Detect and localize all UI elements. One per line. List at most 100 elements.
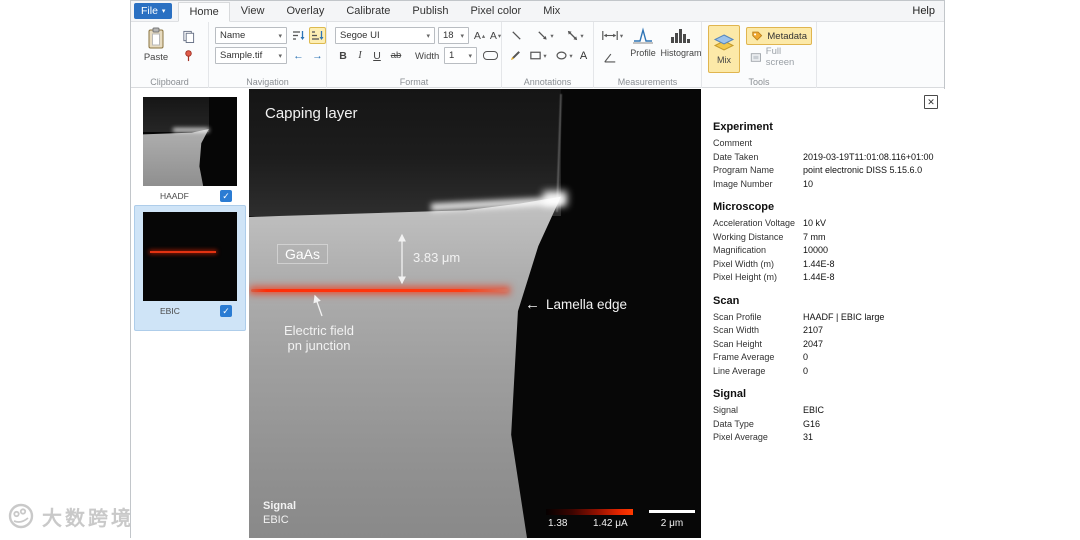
metadata-row: Acceleration Voltage 10 kV: [713, 217, 940, 231]
font-size-value: 18: [443, 30, 454, 41]
metadata-row: Line Average 0: [713, 365, 940, 379]
watermark-text: 大数跨境: [42, 507, 134, 530]
efield-annotation-line1: Electric field: [283, 323, 355, 338]
rounded-rect-style-button[interactable]: [480, 47, 501, 64]
sem-image-viewport[interactable]: Capping layer GaAs 3.83 μm Electric fiel…: [249, 89, 701, 538]
line-tool-button[interactable]: [506, 27, 526, 44]
ebic-thumbnail-image[interactable]: [143, 212, 237, 301]
strikethrough-button[interactable]: ab: [386, 47, 406, 64]
tab-pixel-color[interactable]: Pixel color: [459, 1, 532, 21]
ebic-visibility-checkbox[interactable]: ✓: [220, 305, 232, 317]
pin-icon: [184, 49, 192, 61]
haadf-thumb-capping-region: [143, 97, 209, 132]
shrink-font-icon: A: [489, 29, 497, 42]
full-screen-button[interactable]: Full screen: [746, 46, 812, 68]
previous-image-button[interactable]: ←: [290, 47, 307, 64]
caret-down-icon: ▾: [543, 52, 547, 60]
text-tool-button[interactable]: A: [576, 47, 591, 64]
tab-view[interactable]: View: [230, 1, 276, 21]
metadata-button[interactable]: Metadata: [746, 27, 812, 45]
copy-button[interactable]: [179, 28, 197, 44]
thumbnail-item-ebic[interactable]: EBIC ✓: [134, 205, 246, 331]
caret-down-icon: ▾: [278, 32, 282, 40]
font-family-value: Segoe UI: [340, 30, 380, 41]
tab-calibrate[interactable]: Calibrate: [335, 1, 401, 21]
double-arrow-tool-button[interactable]: ▾: [562, 27, 588, 44]
help-link[interactable]: Help: [912, 5, 935, 17]
measurement-annotation[interactable]: 3.83 μm: [413, 250, 460, 265]
haadf-thumbnail-label: HAADF: [160, 191, 189, 201]
line-width-dropdown[interactable]: 1 ▾: [444, 47, 477, 64]
haadf-visibility-checkbox[interactable]: ✓: [220, 190, 232, 202]
mix-button[interactable]: Mix: [708, 25, 740, 73]
colorbar-max-label: 1.42 μA: [593, 518, 628, 529]
metadata-row: Pixel Height (m) 1.44E-8: [713, 271, 940, 285]
metadata-row-value: 10 kV: [803, 218, 827, 228]
metadata-row: Working Distance 7 mm: [713, 231, 940, 245]
metadata-row-label: Data Type: [713, 418, 754, 429]
font-family-dropdown[interactable]: Segoe UI ▾: [335, 27, 435, 44]
annotations-group: ▾ ▾ ▾ ▾ A Annotations: [502, 22, 594, 88]
file-menu-button[interactable]: File ▾: [134, 3, 173, 19]
caret-down-icon: ▾: [497, 32, 502, 40]
metadata-row: Scan Height 2047: [713, 338, 940, 352]
image-file-dropdown[interactable]: Sample.tif ▾: [215, 47, 287, 64]
pen-tool-button[interactable]: [506, 47, 524, 64]
metadata-row: Date Taken 2019-03-19T11:01:08.116+01:00: [713, 151, 940, 165]
ribbon: Paste Clipboard Name ▾ Sample.tif ▾ ← → …: [131, 22, 944, 88]
tab-overlay[interactable]: Overlay: [275, 1, 335, 21]
gaas-annotation[interactable]: GaAs: [277, 244, 329, 264]
metadata-row: Frame Average 0: [713, 351, 940, 365]
measure-tool-button[interactable]: ▾: [598, 27, 626, 44]
caret-down-icon: ▾: [426, 32, 430, 40]
capping-layer-annotation[interactable]: Capping layer: [265, 105, 358, 122]
mix-label: Mix: [717, 55, 731, 65]
metadata-row-label: Scan Height: [713, 338, 763, 349]
tab-publish[interactable]: Publish: [401, 1, 459, 21]
font-size-dropdown[interactable]: 18 ▾: [438, 27, 469, 44]
paste-button[interactable]: Paste: [139, 26, 173, 63]
metadata-row: Scan Width 2107: [713, 324, 940, 338]
signal-value: EBIC: [263, 514, 289, 526]
ellipse-tool-button[interactable]: ▾: [552, 47, 576, 64]
underline-button[interactable]: U: [369, 47, 385, 64]
arrow-tool-button[interactable]: ▾: [532, 27, 558, 44]
profile-button[interactable]: Profile: [626, 26, 660, 58]
next-image-button[interactable]: →: [309, 47, 326, 64]
full-screen-icon: [750, 52, 761, 62]
close-metadata-button[interactable]: ✕: [924, 95, 938, 109]
full-screen-label: Full screen: [765, 46, 795, 68]
italic-button[interactable]: I: [352, 47, 368, 64]
sort-order-button[interactable]: [309, 27, 326, 44]
angle-tool-button[interactable]: [600, 49, 620, 66]
metadata-panel: ✕ Experiment Comment Date Taken 2019-03-19T…: [701, 89, 946, 538]
clipboard-icon: [148, 27, 164, 49]
navigation-group-label: Navigation: [246, 77, 289, 87]
tools-group-label: Tools: [748, 77, 770, 87]
sort-ascending-icon: [293, 31, 305, 40]
rectangle-tool-button[interactable]: ▾: [526, 47, 550, 64]
sort-field-dropdown[interactable]: Name ▾: [215, 27, 287, 44]
metadata-row: Comment: [713, 137, 940, 151]
sort-ascending-button[interactable]: [290, 27, 307, 44]
thumbnail-item-haadf[interactable]: HAADF ✓: [131, 89, 249, 202]
metadata-section-title: Signal: [713, 388, 747, 400]
histogram-button[interactable]: Histogram: [661, 26, 702, 58]
efield-annotation[interactable]: Electric field pn junction: [259, 323, 379, 353]
bright-corner-blob: [543, 191, 567, 206]
metadata-row: Data Type G16: [713, 418, 940, 432]
measurements-group: ▾ Profile Histogram Measurements: [594, 22, 702, 88]
metadata-row-value: 1.44E-8: [803, 258, 835, 269]
shrink-font-button[interactable]: A ▾: [488, 27, 503, 44]
metadata-section: Experiment Comment Date Taken 2019-03-19T11…: [713, 121, 940, 191]
bold-button[interactable]: B: [335, 47, 351, 64]
tab-mix[interactable]: Mix: [532, 1, 571, 21]
format-group: Segoe UI ▾ 18 ▾ A ▴ A ▾ B I U ab Width 1 ▾: [327, 22, 502, 88]
grow-font-button[interactable]: A ▴: [472, 27, 487, 44]
metadata-row-value: point electronic DISS 5.15.6.0: [803, 165, 923, 175]
tab-home[interactable]: Home: [178, 2, 230, 22]
lamella-edge-annotation[interactable]: ← Lamella edge: [525, 296, 627, 313]
haadf-thumbnail-image[interactable]: [143, 97, 237, 186]
pin-button[interactable]: [179, 47, 197, 63]
metadata-row-value: 0: [803, 352, 809, 362]
